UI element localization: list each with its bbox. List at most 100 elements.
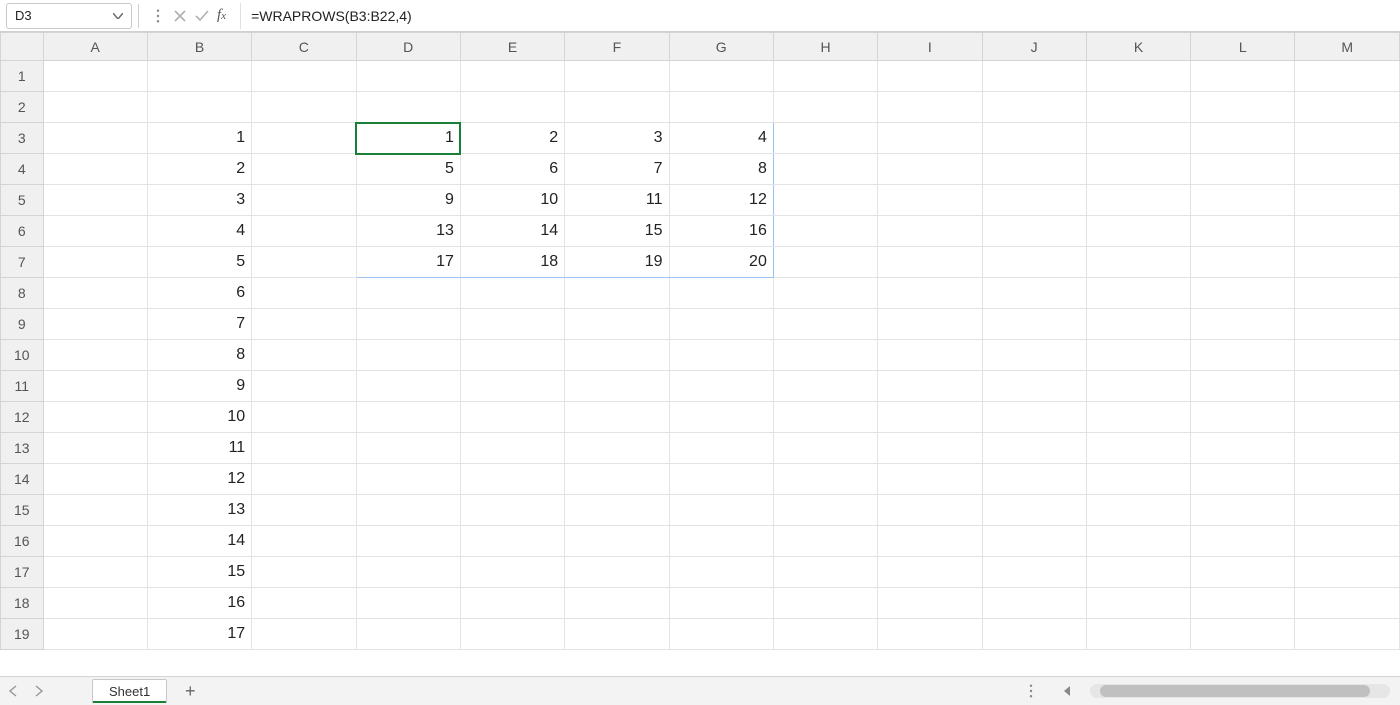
cell-L1[interactable]	[1191, 61, 1295, 92]
cell-F1[interactable]	[565, 61, 669, 92]
cell-J18[interactable]	[982, 588, 1086, 619]
cell-A9[interactable]	[43, 309, 147, 340]
cell-G8[interactable]	[669, 278, 773, 309]
cell-D10[interactable]	[356, 340, 460, 371]
cell-D3[interactable]: 1	[356, 123, 460, 154]
cell-G3[interactable]: 4	[669, 123, 773, 154]
cell-H6[interactable]	[773, 216, 877, 247]
cell-M10[interactable]	[1295, 340, 1400, 371]
cell-I1[interactable]	[878, 61, 982, 92]
cell-M12[interactable]	[1295, 402, 1400, 433]
cell-M2[interactable]	[1295, 92, 1400, 123]
cancel-formula-button[interactable]	[173, 9, 187, 23]
cell-A4[interactable]	[43, 154, 147, 185]
cell-F3[interactable]: 3	[565, 123, 669, 154]
row-header-12[interactable]: 12	[1, 402, 44, 433]
cell-F8[interactable]	[565, 278, 669, 309]
cell-D2[interactable]	[356, 92, 460, 123]
scrollbar-thumb[interactable]	[1100, 685, 1370, 697]
cell-E18[interactable]	[460, 588, 564, 619]
cell-J17[interactable]	[982, 557, 1086, 588]
cell-M18[interactable]	[1295, 588, 1400, 619]
cell-J2[interactable]	[982, 92, 1086, 123]
cell-M16[interactable]	[1295, 526, 1400, 557]
cell-K3[interactable]	[1086, 123, 1190, 154]
cell-G9[interactable]	[669, 309, 773, 340]
cell-K19[interactable]	[1086, 619, 1190, 650]
cell-J9[interactable]	[982, 309, 1086, 340]
cell-G19[interactable]	[669, 619, 773, 650]
cell-E17[interactable]	[460, 557, 564, 588]
cell-K14[interactable]	[1086, 464, 1190, 495]
row-header-7[interactable]: 7	[1, 247, 44, 278]
cell-I16[interactable]	[878, 526, 982, 557]
cell-A3[interactable]	[43, 123, 147, 154]
cell-A12[interactable]	[43, 402, 147, 433]
cell-D17[interactable]	[356, 557, 460, 588]
cell-M1[interactable]	[1295, 61, 1400, 92]
cell-K11[interactable]	[1086, 371, 1190, 402]
cell-G13[interactable]	[669, 433, 773, 464]
row-header-13[interactable]: 13	[1, 433, 44, 464]
cell-D8[interactable]	[356, 278, 460, 309]
add-sheet-button[interactable]: +	[167, 681, 197, 702]
row-header-5[interactable]: 5	[1, 185, 44, 216]
cell-K15[interactable]	[1086, 495, 1190, 526]
cell-F12[interactable]	[565, 402, 669, 433]
row-header-9[interactable]: 9	[1, 309, 44, 340]
column-header-J[interactable]: J	[982, 33, 1086, 61]
cell-H18[interactable]	[773, 588, 877, 619]
cell-I10[interactable]	[878, 340, 982, 371]
row-header-16[interactable]: 16	[1, 526, 44, 557]
cell-L9[interactable]	[1191, 309, 1295, 340]
cell-C11[interactable]	[252, 371, 356, 402]
cell-G16[interactable]	[669, 526, 773, 557]
column-header-I[interactable]: I	[878, 33, 982, 61]
cell-A6[interactable]	[43, 216, 147, 247]
column-header-K[interactable]: K	[1086, 33, 1190, 61]
cell-E3[interactable]: 2	[460, 123, 564, 154]
cell-I18[interactable]	[878, 588, 982, 619]
prev-sheet-button[interactable]	[0, 678, 26, 704]
column-header-G[interactable]: G	[669, 33, 773, 61]
cell-G17[interactable]	[669, 557, 773, 588]
cell-E2[interactable]	[460, 92, 564, 123]
cell-C5[interactable]	[252, 185, 356, 216]
cell-M14[interactable]	[1295, 464, 1400, 495]
cell-F16[interactable]	[565, 526, 669, 557]
cell-H15[interactable]	[773, 495, 877, 526]
cell-H16[interactable]	[773, 526, 877, 557]
cell-K18[interactable]	[1086, 588, 1190, 619]
row-header-18[interactable]: 18	[1, 588, 44, 619]
cell-A16[interactable]	[43, 526, 147, 557]
cell-H17[interactable]	[773, 557, 877, 588]
cell-C2[interactable]	[252, 92, 356, 123]
cell-D14[interactable]	[356, 464, 460, 495]
cell-I14[interactable]	[878, 464, 982, 495]
next-sheet-button[interactable]	[26, 678, 52, 704]
cell-I6[interactable]	[878, 216, 982, 247]
column-header-H[interactable]: H	[773, 33, 877, 61]
cell-M8[interactable]	[1295, 278, 1400, 309]
cell-J13[interactable]	[982, 433, 1086, 464]
cell-G14[interactable]	[669, 464, 773, 495]
cell-L6[interactable]	[1191, 216, 1295, 247]
cell-D5[interactable]: 9	[356, 185, 460, 216]
cell-H14[interactable]	[773, 464, 877, 495]
cell-C12[interactable]	[252, 402, 356, 433]
column-header-B[interactable]: B	[147, 33, 251, 61]
cell-C15[interactable]	[252, 495, 356, 526]
cell-B8[interactable]: 6	[147, 278, 251, 309]
cell-F15[interactable]	[565, 495, 669, 526]
cell-G15[interactable]	[669, 495, 773, 526]
cell-L4[interactable]	[1191, 154, 1295, 185]
cell-M11[interactable]	[1295, 371, 1400, 402]
cell-B11[interactable]: 9	[147, 371, 251, 402]
cell-I5[interactable]	[878, 185, 982, 216]
cell-A19[interactable]	[43, 619, 147, 650]
cell-B12[interactable]: 10	[147, 402, 251, 433]
cell-A14[interactable]	[43, 464, 147, 495]
cell-B16[interactable]: 14	[147, 526, 251, 557]
cell-L5[interactable]	[1191, 185, 1295, 216]
cell-I4[interactable]	[878, 154, 982, 185]
